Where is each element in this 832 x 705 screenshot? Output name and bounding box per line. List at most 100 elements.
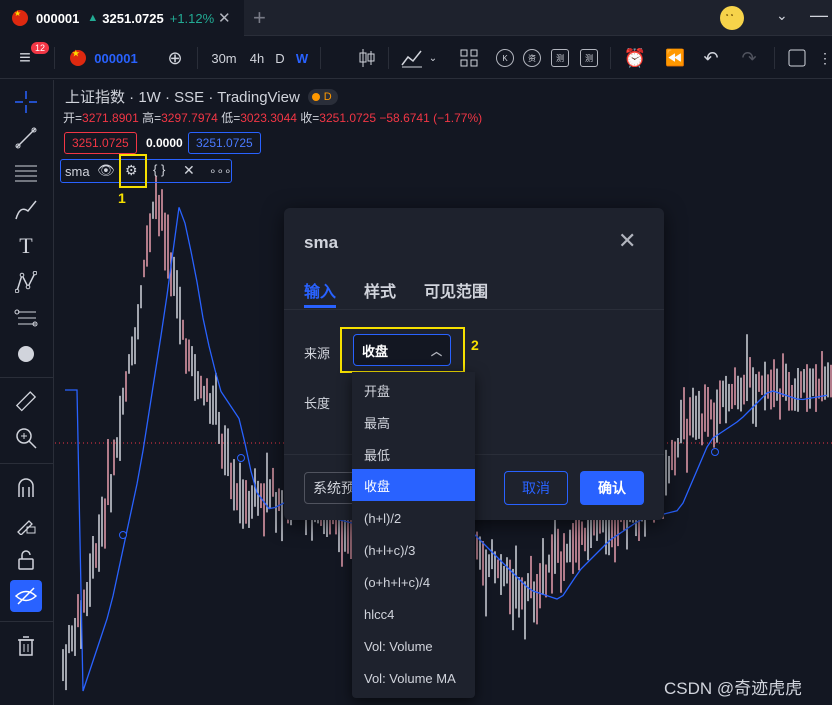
source-code-icon[interactable]: { } [153,162,165,177]
symbol-title: 上证指数 · 1W · SSE · TradingView [65,89,300,106]
tab-symbol: 000001 [36,10,80,26]
more-icon[interactable]: ⋮ [818,37,832,79]
k-icon[interactable]: K [495,37,515,79]
layout-icon[interactable] [786,37,808,79]
cancel-button[interactable]: 取消 [504,471,568,505]
interval-d[interactable]: D [273,37,287,79]
minimize-icon[interactable]: — [810,5,828,26]
chart-tab[interactable]: 000001 ▲ 3251.0725 +1.12% ✕ [0,0,244,36]
dropdown-option[interactable]: 最高 [352,406,475,438]
chart-legend-title: 上证指数 · 1W · SSE · TradingView D [65,86,338,107]
divider [774,47,775,69]
close-dialog-icon[interactable]: ✕ [618,228,636,254]
chevron-down-icon[interactable]: ⌄ [776,7,788,24]
backtest-icon[interactable]: 测 [579,37,599,79]
dropdown-option[interactable]: 最低 [352,438,475,470]
price-zero: 0.0000 [146,136,183,150]
magnet-icon[interactable] [10,472,42,504]
divider [284,309,664,310]
more-icon[interactable]: ∘∘∘ [209,164,232,178]
new-tab-button[interactable]: + [253,5,266,31]
dropdown-option-selected[interactable]: 收盘 [352,469,475,501]
lock-drawing-icon[interactable] [10,508,42,540]
tab-inputs[interactable]: 输入 [304,278,336,302]
candles-icon[interactable] [356,37,378,79]
dropdown-option[interactable]: 开盘 [352,374,475,406]
close-value: 3251.0725 [319,111,377,125]
app-root: 000001 ▲ 3251.0725 +1.12% ✕ + ⌄ — ≡ 12 0… [0,0,832,705]
annotation-number-2: 2 [471,337,479,353]
dropdown-option[interactable]: (h+l+c)/3 [352,534,475,566]
dropdown-option[interactable]: Vol: Volume MA [352,662,475,694]
divider [610,47,611,69]
pattern-icon[interactable] [10,266,42,298]
indicator-name[interactable]: sma [65,164,90,179]
price-box-blue: 3251.0725 [188,132,261,154]
notification-badge: 12 [31,42,50,54]
d-badge: D [307,88,338,105]
annotation-number-1: 1 [118,190,126,206]
test-icon[interactable]: 测 [550,37,570,79]
tab-style[interactable]: 样式 [364,278,396,302]
dropdown-option[interactable]: (h+l)/2 [352,502,475,534]
chevron-down-icon[interactable]: ⌄ [428,37,438,79]
crosshair-icon[interactable] [10,86,42,118]
highlight-box-2 [340,327,465,373]
source-label: 来源 [304,346,331,361]
interval-30m[interactable]: 30m [210,37,238,79]
ruler-icon[interactable] [10,386,42,418]
redo-icon[interactable]: ↷ [738,37,760,79]
alert-icon[interactable]: ⏰ [623,37,647,79]
indicators-icon[interactable] [400,37,424,79]
tab-bar: 000001 ▲ 3251.0725 +1.12% ✕ + ⌄ — [0,0,832,36]
divider [0,463,54,464]
low-label: 低= [221,111,241,125]
price-box-red: 3251.0725 [64,132,137,154]
dropdown-option[interactable]: (o+h+l+c)/4 [352,566,475,598]
trendline-icon[interactable] [10,122,42,154]
fund-icon[interactable]: 资 [522,37,542,79]
templates-icon[interactable] [458,37,480,79]
shapes-icon[interactable] [10,338,42,370]
close-tab-icon[interactable]: ✕ [218,9,231,27]
hide-drawings-icon[interactable] [10,580,42,612]
watermark: CSDN @奇迹虎虎 [664,679,803,698]
ok-button[interactable]: 确认 [580,471,644,505]
china-flag-icon [70,49,87,66]
up-arrow-icon: ▲ [87,12,99,24]
close-label: 收= [300,111,320,125]
trash-icon[interactable] [10,630,42,662]
zoom-icon[interactable] [10,422,42,454]
text-icon[interactable]: T [10,230,42,262]
interval-4h[interactable]: 4h [247,37,267,79]
compare-symbol-button[interactable]: ⊕ [164,37,186,79]
divider [0,621,54,622]
eye-icon[interactable]: 👁 [97,162,115,179]
high-label: 高= [142,111,162,125]
low-value: 3023.3044 [240,111,297,125]
brush-icon[interactable] [10,194,42,226]
dropdown-option[interactable]: hlcc4 [352,598,475,630]
tab-change: +1.12% [169,10,215,26]
source-dropdown: 开盘 最高 最低 收盘 (h+l)/2 (h+l+c)/3 (o+h+l+c)/… [352,372,475,698]
dropdown-option[interactable]: Vol: Volume [352,630,475,662]
symbol-search-button[interactable]: 000001 [64,37,144,79]
fib-icon[interactable] [10,158,42,190]
open-label: 开= [63,111,83,125]
active-tab-indicator [304,305,336,308]
undo-icon[interactable]: ↶ [700,37,722,79]
sma-handle [119,531,127,539]
close-icon[interactable]: ✕ [183,162,195,179]
user-avatar[interactable] [720,6,744,30]
divider [54,47,55,69]
prediction-icon[interactable] [10,302,42,334]
tab-visibility[interactable]: 可见范围 [424,278,488,302]
divider [320,47,321,69]
ohlc-legend: 开=3271.8901 高=3297.7974 低=3023.3044 收=32… [63,109,482,126]
replay-icon[interactable]: ⏪ [664,37,686,79]
interval-w[interactable]: W [294,37,310,79]
change-value: −58.6741 (−1.77%) [379,111,483,125]
drawing-toolbar: T [0,80,54,705]
highlight-box-1 [119,154,147,188]
lock-icon[interactable] [10,544,42,576]
